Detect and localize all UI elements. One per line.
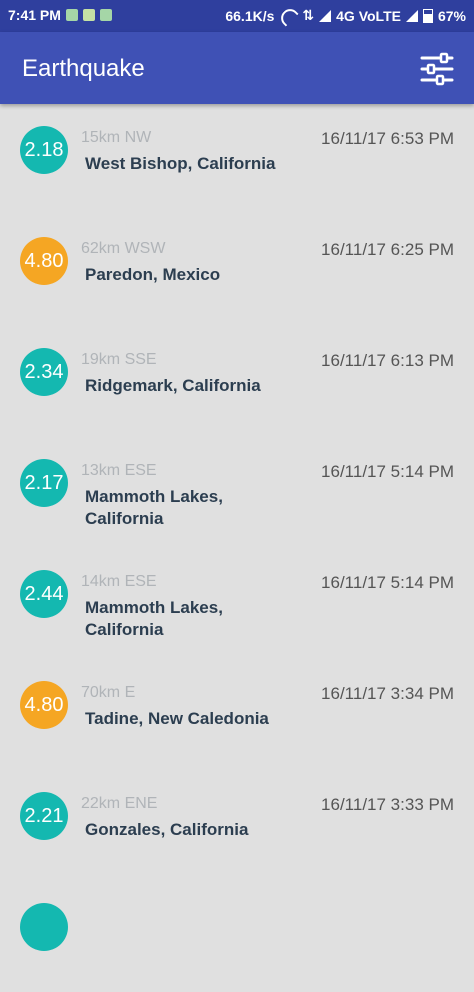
list-item[interactable]: 2.34 19km SSE Ridgemark, California 16/11/1… [0,326,474,437]
magnitude-badge: 4.80 [20,681,68,729]
magnitude-badge [20,903,68,951]
android-icon [99,9,112,21]
list-item[interactable]: 2.17 13km ESE Mammoth Lakes, California 16/… [0,437,474,548]
list-item[interactable]: 4.80 62km WSW Paredon, Mexico 16/11/17 6:25… [0,215,474,326]
magnitude-badge: 2.34 [20,348,68,396]
quake-time: 16/11/17 6:53 PM [321,129,454,148]
location-name: Gonzales, California [85,820,249,839]
quake-time: 16/11/17 5:14 PM [321,462,454,481]
quake-time: 16/11/17 3:33 PM [321,795,454,814]
location-offset: 19km SSE [81,351,157,368]
quake-time: 16/11/17 6:13 PM [321,351,454,370]
location-offset: 14km ESE [81,573,157,590]
status-bar: 7:41 PM 66.1K/s ⇅ 4G VoLTE 67% [0,0,474,32]
magnitude-badge: 2.44 [20,570,68,618]
location-offset: 15km NW [81,129,152,146]
list-item[interactable]: 4.80 70km E Tadine, New Caledonia 16/11/17 … [0,659,474,770]
battery-icon [422,8,433,23]
location-name: West Bishop, California [85,154,276,173]
clock: 7:41 PM [8,7,61,23]
location-name: Ridgemark, California [85,376,261,395]
location-name: Mammoth Lakes, California [85,487,223,528]
signal-icon [405,9,418,22]
signal-icon [319,9,332,22]
quake-time: 16/11/17 6:25 PM [321,240,454,259]
earthquake-list: 2.18 15km NW West Bishop, California 16/11/… [0,104,474,992]
filter-settings-button[interactable] [420,52,454,86]
location-offset: 13km ESE [81,462,157,479]
location-offset: 22km ENE [81,795,158,812]
battery-percent: 67% [437,7,466,24]
network-type: 4G VoLTE [336,7,401,24]
data-arrows-icon: ⇅ [302,7,315,23]
list-item[interactable] [0,881,474,992]
sliders-icon [420,52,454,86]
magnitude-badge: 2.17 [20,459,68,507]
list-item[interactable]: 2.18 15km NW West Bishop, California 16/11/… [0,104,474,215]
magnitude-badge: 4.80 [20,237,68,285]
android-icon [65,9,78,21]
magnitude-badge: 2.18 [20,126,68,174]
wifi-icon [277,4,300,27]
magnitude-badge: 2.21 [20,792,68,840]
quake-time: 16/11/17 3:34 PM [321,684,454,703]
location-name: Tadine, New Caledonia [85,709,269,728]
network-speed: 66.1K/s [225,7,275,24]
page-title: Earthquake [22,55,145,82]
app-bar: Earthquake [0,32,474,104]
list-item[interactable]: 2.44 14km ESE Mammoth Lakes, California 16/… [0,548,474,659]
location-offset: 62km WSW [81,240,166,257]
notification-icon [82,9,95,21]
location-name: Paredon, Mexico [85,265,221,284]
list-item[interactable]: 2.21 22km ENE Gonzales, California 16/11/17… [0,770,474,881]
quake-time: 16/11/17 5:14 PM [321,573,454,592]
location-name: Mammoth Lakes, California [85,598,223,639]
location-offset: 70km E [81,684,136,701]
